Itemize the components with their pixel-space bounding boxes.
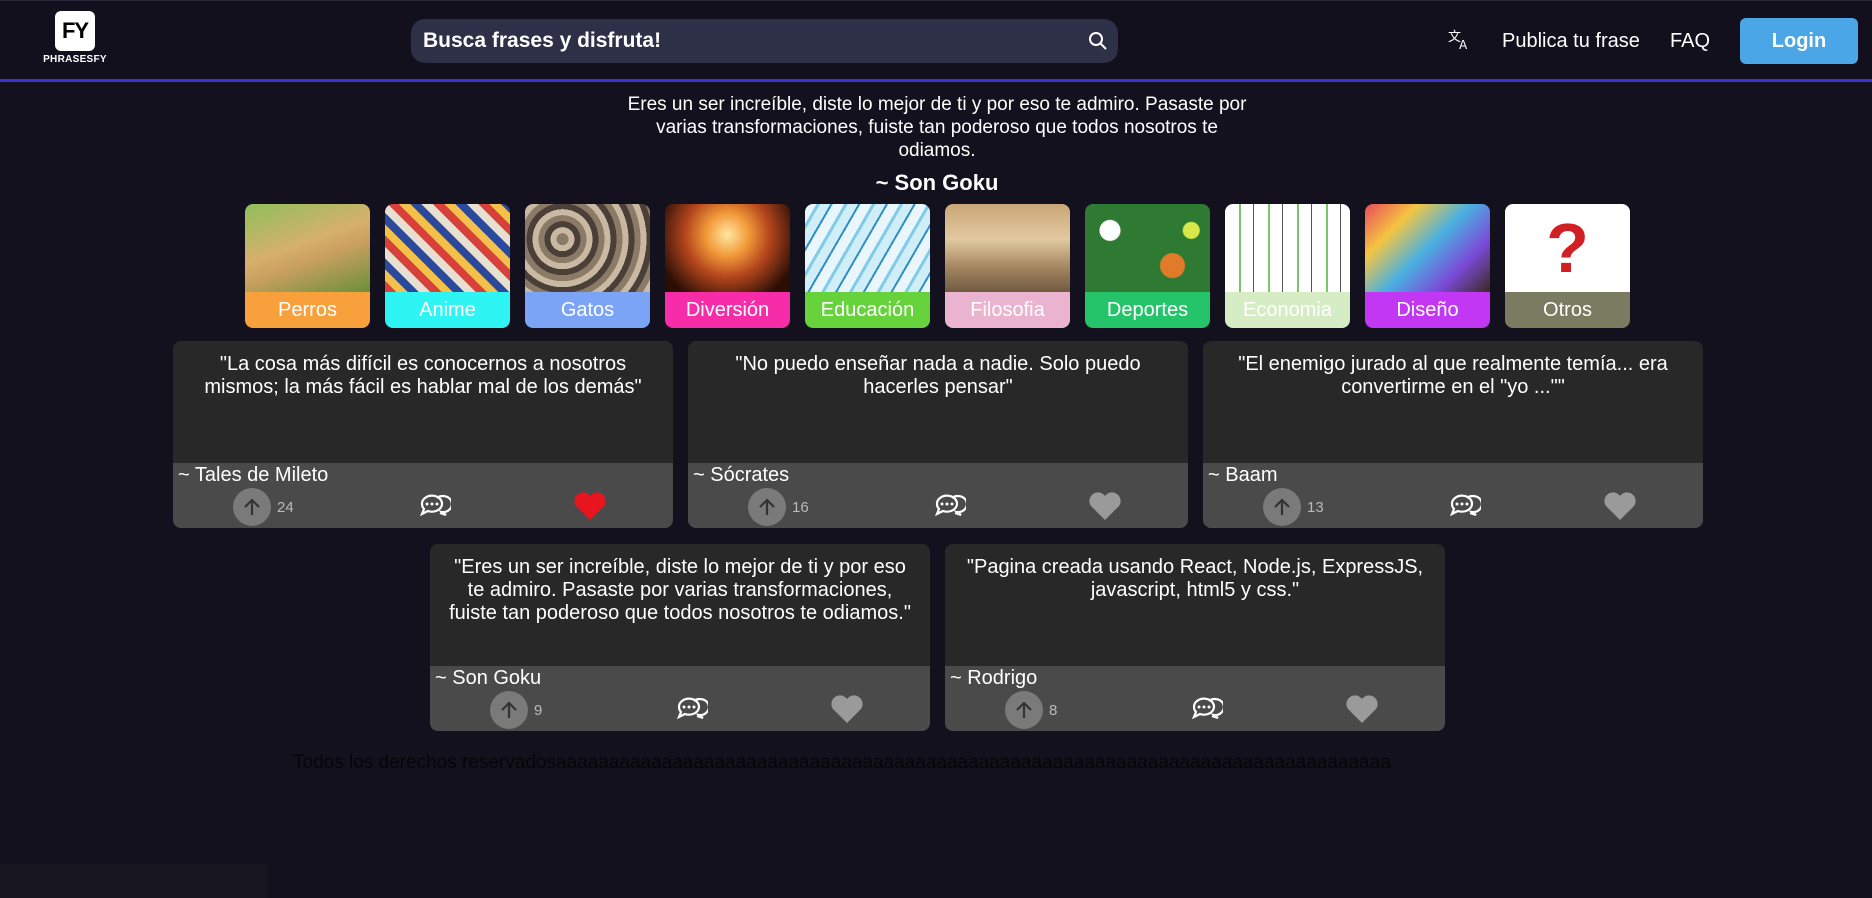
card-quote: "No puedo enseñar nada a nadie. Solo pue… <box>735 353 1141 398</box>
upvote-icon[interactable] <box>1005 691 1043 729</box>
comment-icon[interactable] <box>417 490 453 527</box>
logo-text: PHRASESFY <box>43 54 107 65</box>
card-quote: "El enemigo jurado al que realmente temí… <box>1238 353 1668 398</box>
vote-count: 16 <box>792 499 809 516</box>
category-educacion[interactable]: Educación <box>805 204 930 328</box>
category-list: Perros Anime Gatos Diversión Educación F… <box>245 204 1630 328</box>
category-economia[interactable]: Economia <box>1225 204 1350 328</box>
question-mark-icon: ? <box>1546 209 1589 287</box>
logo-mark: FY <box>55 11 95 51</box>
category-deportes[interactable]: Deportes <box>1085 204 1210 328</box>
quote-card: "Eres un ser increíble, diste lo mejor d… <box>430 544 930 731</box>
card-footer: ~ Rodrigo 8 <box>945 666 1445 731</box>
category-label: Anime <box>385 292 510 328</box>
translate-icon[interactable]: 文A <box>1448 28 1472 56</box>
category-label: Gatos <box>525 292 650 328</box>
category-otros[interactable]: ? Otros <box>1505 204 1630 328</box>
heart-icon[interactable] <box>1603 491 1637 526</box>
search-bar <box>411 19 1118 63</box>
upvote-icon[interactable] <box>748 488 786 526</box>
upvote-icon[interactable] <box>490 691 528 729</box>
card-footer: ~ Baam 13 <box>1203 463 1703 528</box>
category-image <box>1225 204 1350 292</box>
comment-icon[interactable] <box>674 693 710 730</box>
heart-icon[interactable] <box>1088 491 1122 526</box>
footer-text: Todos los derechos reservadosaaaaaaaaaaa… <box>293 752 1391 773</box>
publish-link[interactable]: Publica tu frase <box>1502 30 1640 53</box>
quote-card: "Pagina creada usando React, Node.js, Ex… <box>945 544 1445 731</box>
comment-icon[interactable] <box>1189 693 1225 730</box>
login-button[interactable]: Login <box>1740 18 1858 64</box>
svg-text:A: A <box>1459 38 1468 50</box>
category-image <box>245 204 370 292</box>
category-image <box>525 204 650 292</box>
comment-icon[interactable] <box>1447 490 1483 527</box>
heart-icon[interactable] <box>830 694 864 729</box>
vote-count: 8 <box>1049 702 1058 719</box>
faq-link[interactable]: FAQ <box>1670 30 1710 53</box>
vote-count: 9 <box>534 702 543 719</box>
card-footer: ~ Son Goku 9 <box>430 666 930 731</box>
category-filosofia[interactable]: Filosofia <box>945 204 1070 328</box>
logo[interactable]: FY PHRASESFY <box>40 11 110 69</box>
category-label: Diseño <box>1365 292 1490 328</box>
card-author: ~ Tales de Mileto <box>178 464 329 486</box>
category-perros[interactable]: Perros <box>245 204 370 328</box>
category-image <box>945 204 1070 292</box>
category-label: Educación <box>805 292 930 328</box>
upvote-icon[interactable] <box>1263 488 1301 526</box>
card-quote: "Pagina creada usando React, Node.js, Ex… <box>966 556 1424 601</box>
vote-count: 13 <box>1307 499 1324 516</box>
category-image <box>385 204 510 292</box>
upvote-icon[interactable] <box>233 488 271 526</box>
status-strip <box>0 864 268 898</box>
category-image <box>1085 204 1210 292</box>
category-label: Otros <box>1505 292 1630 328</box>
category-label: Diversión <box>665 292 790 328</box>
category-diseno[interactable]: Diseño <box>1365 204 1490 328</box>
category-image <box>665 204 790 292</box>
featured-author: ~ Son Goku <box>875 170 999 195</box>
card-author: ~ Son Goku <box>435 667 542 689</box>
category-label: Perros <box>245 292 370 328</box>
card-footer: ~ Sócrates 16 <box>688 463 1188 528</box>
card-footer: ~ Tales de Mileto 24 <box>173 463 673 528</box>
vote-count: 24 <box>277 499 294 516</box>
category-image <box>805 204 930 292</box>
category-label: Economia <box>1225 292 1350 328</box>
quote-card: "La cosa más difícil es conocernos a nos… <box>173 341 673 528</box>
category-anime[interactable]: Anime <box>385 204 510 328</box>
heart-icon[interactable] <box>1345 694 1379 729</box>
quote-card: "El enemigo jurado al que realmente temí… <box>1203 341 1703 528</box>
card-quote: "La cosa más difícil es conocernos a nos… <box>204 353 642 398</box>
card-author: ~ Sócrates <box>693 464 790 486</box>
category-image <box>1365 204 1490 292</box>
comment-icon[interactable] <box>932 490 968 527</box>
search-input[interactable] <box>411 28 1078 54</box>
category-diversion[interactable]: Diversión <box>665 204 790 328</box>
heart-icon[interactable] <box>573 491 607 526</box>
category-gatos[interactable]: Gatos <box>525 204 650 328</box>
card-author: ~ Rodrigo <box>950 667 1038 689</box>
quote-card: "No puedo enseñar nada a nadie. Solo pue… <box>688 341 1188 528</box>
featured-quote: Eres un ser increíble, diste lo mejor de… <box>627 94 1247 161</box>
card-author: ~ Baam <box>1208 464 1278 486</box>
category-image: ? <box>1505 204 1630 292</box>
card-quote: "Eres un ser increíble, diste lo mejor d… <box>449 556 911 624</box>
search-icon[interactable] <box>1078 31 1118 51</box>
category-label: Deportes <box>1085 292 1210 328</box>
category-label: Filosofia <box>945 292 1070 328</box>
top-navbar: FY PHRASESFY 文A Publica tu frase FAQ Log… <box>0 0 1872 82</box>
